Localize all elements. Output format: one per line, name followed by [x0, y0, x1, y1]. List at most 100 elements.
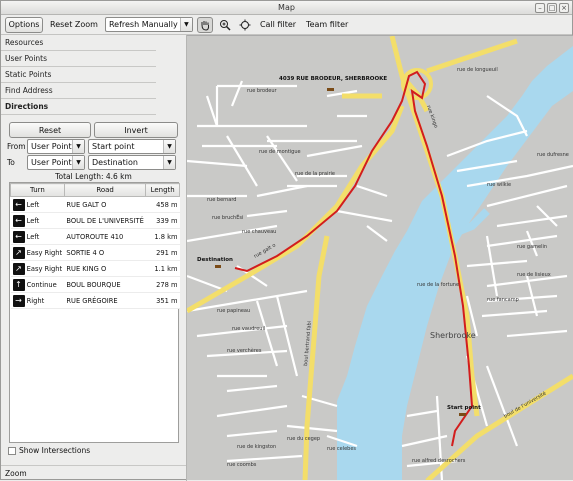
length-cell: 291 m [145, 244, 180, 261]
road-cell: SORTIE 4 O [64, 244, 146, 261]
street-label-vercheres: rue verchères [227, 347, 262, 354]
table-row[interactable]: ↗ Easy Right SORTIE 4 O 291 m [10, 244, 180, 261]
team-filter-button[interactable]: Team filter [303, 20, 351, 29]
map-view[interactable]: 4039 RUE BRODEUR, SHERBROOKE Destination… [187, 35, 573, 480]
zoom-icon[interactable] [217, 17, 233, 33]
directions-table: Turn Road Length ← Left RUE GALT O 458 m… [9, 182, 180, 443]
accordion-static-points[interactable]: Static Points [1, 67, 186, 83]
to-label: To [7, 158, 15, 167]
total-length: Total Length: 4.6 km [55, 172, 132, 181]
map-canvas[interactable]: 4039 RUE BRODEUR, SHERBROOKE Destination… [187, 36, 573, 480]
street-label-alfred-desrochers: rue alfred desrochers [412, 458, 466, 464]
turn-cell: Easy Right [26, 264, 63, 273]
pan-hand-icon[interactable] [196, 16, 213, 33]
road-cell: BOUL DE L'UNIVERSITÉ [64, 212, 146, 229]
chevron-down-icon: ▼ [72, 156, 84, 169]
street-label-fortune: rue de la fortune [417, 282, 459, 288]
chevron-down-icon: ▼ [163, 156, 175, 169]
road-cell: AUTOROUTE 410 [64, 228, 146, 245]
road-cell: RUE GRÉGOIRE [64, 292, 146, 309]
toolbar: Options Reset Zoom Refresh Manually ▼ Ca… [1, 15, 572, 35]
show-intersections-row[interactable]: Show Intersections [8, 446, 90, 455]
street-label-lisieux: rue de lisieux [517, 272, 551, 278]
invert-button[interactable]: Invert [94, 122, 178, 138]
maximize-button[interactable]: □ [547, 3, 557, 13]
street-label-montigue: rue de montigue [259, 149, 301, 155]
refresh-select[interactable]: Refresh Manually ▼ [104, 17, 193, 32]
street-label-cegep: rue du cegep [287, 436, 320, 442]
turn-cell: Left [26, 232, 40, 241]
table-row[interactable]: ← Left BOUL DE L'UNIVERSITÉ 339 m [10, 212, 180, 229]
table-row[interactable]: ← Left AUTOROUTE 410 1.8 km [10, 228, 180, 245]
crosshair-icon[interactable] [237, 17, 253, 33]
app-window: Map – □ × Options Reset Zoom Refresh Man… [0, 0, 573, 481]
window-titlebar[interactable]: Map – □ × [1, 1, 572, 15]
length-cell: 339 m [145, 212, 180, 229]
refresh-select-value: Refresh Manually [108, 20, 178, 29]
street-label-papineau: rue papineau [217, 308, 250, 314]
turn-cell: Continue [26, 280, 57, 289]
turn-left-icon: ← [12, 214, 25, 227]
road-cell: RUE GALT O [64, 196, 146, 213]
length-cell: 278 m [145, 276, 180, 293]
reset-directions-button[interactable]: Reset [9, 122, 91, 138]
close-button[interactable]: × [559, 3, 569, 13]
turn-cell: Right [26, 296, 45, 305]
show-intersections-checkbox[interactable] [8, 446, 16, 455]
from-source-value: User Points [31, 142, 76, 151]
accordion-directions[interactable]: Directions [1, 99, 186, 115]
accordion-resources[interactable]: Resources [1, 35, 186, 51]
window-controls: – □ × [535, 3, 569, 13]
call-filter-button[interactable]: Call filter [257, 20, 299, 29]
length-cell: 1.1 km [145, 260, 180, 277]
to-point-select[interactable]: Destination ▼ [88, 155, 176, 170]
street-label-chauveau: rue chauveau [242, 229, 276, 235]
street-label-prairie: rue de la prairie [295, 171, 335, 177]
turn-cell: Easy Right [26, 248, 63, 257]
show-intersections-label: Show Intersections [19, 446, 91, 455]
to-source-select[interactable]: User Points ▼ [27, 155, 85, 170]
table-row[interactable]: ← Left RUE GALT O 458 m [10, 196, 180, 213]
destination-marker [215, 265, 221, 268]
address-marker [327, 88, 334, 91]
length-cell: 351 m [145, 292, 180, 309]
street-label-longueuil: rue de longueuil [457, 67, 498, 73]
road-cell: BOUL BOURQUE [64, 276, 146, 293]
window-title: Map [278, 3, 295, 12]
chevron-down-icon: ▼ [163, 140, 175, 153]
street-label-gamelin: rue gamelin [517, 244, 547, 250]
turn-left-icon: ← [12, 230, 25, 243]
from-source-select[interactable]: User Points ▼ [27, 139, 85, 154]
easy-right-icon: ↗ [12, 246, 25, 259]
start-point-marker [459, 413, 466, 416]
minimize-button[interactable]: – [535, 3, 545, 13]
street-label-vaudreuil: rue vaudreuil [232, 326, 265, 332]
city-label: Sherbrooke [430, 331, 476, 340]
to-source-value: User Points [31, 158, 76, 167]
table-row[interactable]: → Right RUE GRÉGOIRE 351 m [10, 292, 180, 309]
from-point-select[interactable]: Start point ▼ [88, 139, 176, 154]
column-header-turn[interactable]: Turn [10, 183, 65, 197]
column-header-road[interactable]: Road [63, 183, 147, 197]
reset-zoom-button[interactable]: Reset Zoom [47, 20, 101, 29]
accordion-zoom[interactable]: Zoom [1, 465, 186, 481]
street-label-wilkie: rue wilkie [487, 182, 511, 188]
turn-right-icon: → [12, 294, 25, 307]
table-row[interactable]: ↗ Easy Right RUE KING O 1.1 km [10, 260, 180, 277]
start-point-label: Start point [447, 405, 481, 411]
chevron-down-icon: ▼ [179, 18, 192, 31]
street-label-dufresne: rue dufresne [537, 152, 569, 158]
column-header-length[interactable]: Length [145, 183, 180, 197]
table-row[interactable]: ↑ Continue BOUL BOURQUE 278 m [10, 276, 180, 293]
turn-cell: Left [26, 216, 40, 225]
accordion-user-points[interactable]: User Points [1, 51, 186, 67]
turn-left-icon: ← [12, 198, 25, 211]
street-label-celebes: rue celebes [327, 446, 356, 452]
options-button[interactable]: Options [5, 16, 43, 33]
street-label-brodeur: rue brodeur [247, 88, 277, 94]
length-cell: 458 m [145, 196, 180, 213]
easy-right-icon: ↗ [12, 262, 25, 275]
accordion-find-address[interactable]: Find Address [1, 83, 186, 99]
street-label-bernard: rue bernard [207, 197, 236, 203]
destination-label: Destination [197, 257, 233, 263]
